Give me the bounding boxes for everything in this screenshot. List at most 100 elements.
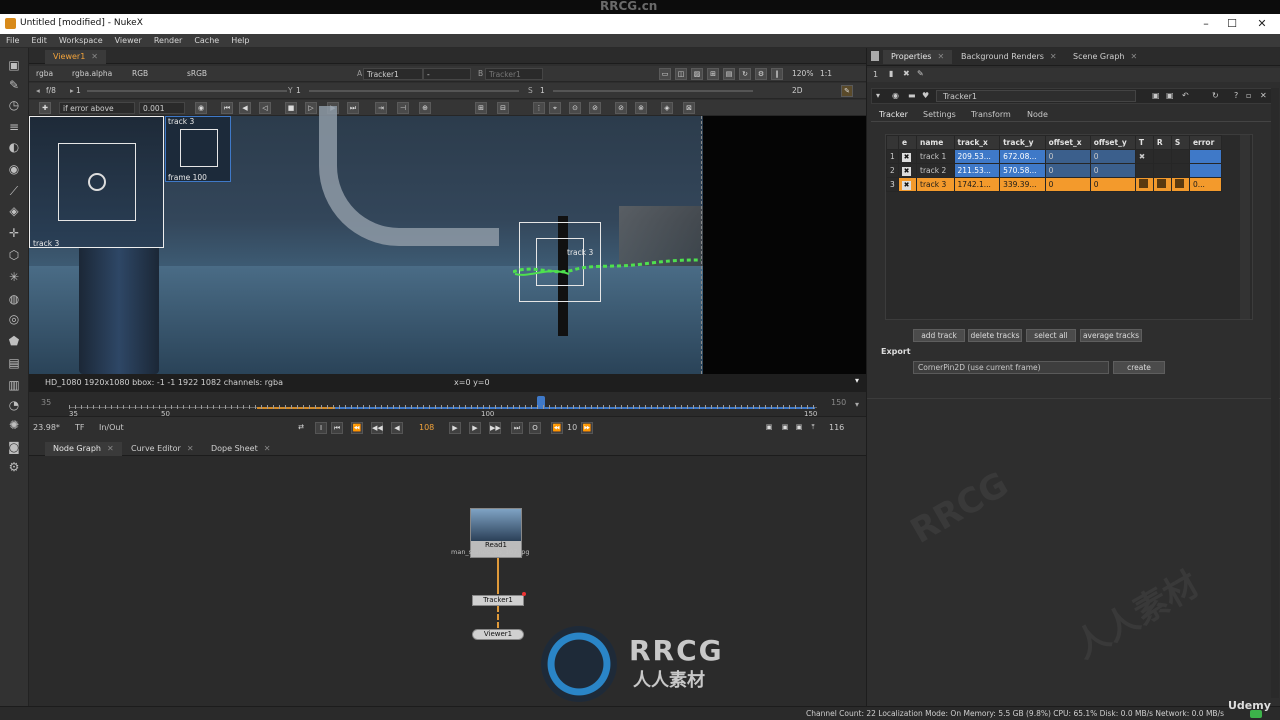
clear-icon[interactable]: ⊘: [589, 102, 601, 114]
current-frame[interactable]: 108: [419, 423, 434, 432]
undo-icon[interactable]: ↶: [1182, 91, 1189, 100]
subtab-node[interactable]: Node: [1027, 110, 1048, 119]
close-icon[interactable]: ✕: [91, 52, 98, 61]
end-frame-field[interactable]: 116: [829, 423, 844, 432]
views-icon[interactable]: ◎: [7, 312, 21, 326]
enable-checkbox[interactable]: ✖: [897, 163, 918, 178]
fstop-arrow-icon[interactable]: ◂: [33, 85, 43, 97]
error-value-field[interactable]: 0.001: [139, 102, 185, 114]
export-icon[interactable]: ⊠: [683, 102, 695, 114]
image-icon[interactable]: ▣: [7, 58, 21, 72]
track-forward-icon[interactable]: ▷: [305, 102, 317, 114]
s-checkbox[interactable]: [1170, 149, 1190, 164]
color-swatch-2-icon[interactable]: ▣: [1166, 91, 1174, 100]
channel-icon[interactable]: ≡: [7, 120, 21, 134]
col-error[interactable]: error: [1188, 135, 1223, 150]
tracker-node[interactable]: Tracker1: [472, 595, 524, 606]
zoom-select[interactable]: 120%: [789, 68, 816, 80]
clear-all-icon[interactable]: ⊗: [635, 102, 647, 114]
select-all-button[interactable]: select all: [1026, 329, 1076, 342]
alpha-select[interactable]: rgba.alpha: [69, 68, 115, 80]
offset-y[interactable]: 0: [1089, 177, 1136, 192]
furnace-icon[interactable]: ◔: [7, 398, 21, 412]
mode-select[interactable]: 2D: [789, 85, 806, 97]
color-icon[interactable]: ◐: [7, 140, 21, 154]
close-icon[interactable]: ✕: [107, 444, 114, 453]
next-frame-icon[interactable]: ▶: [469, 422, 481, 434]
subtab-tracker[interactable]: Tracker: [879, 110, 908, 119]
track-name[interactable]: track 2: [916, 163, 955, 178]
properties-scrollbar[interactable]: [1271, 88, 1279, 698]
add-track-button[interactable]: add track: [913, 329, 965, 342]
increment-value[interactable]: 10: [567, 423, 577, 432]
track-back-icon[interactable]: ◁: [259, 102, 271, 114]
menu-workspace[interactable]: Workspace: [53, 34, 109, 48]
lock-icon[interactable]: ▮: [889, 69, 893, 78]
view-icon[interactable]: ◉: [892, 91, 899, 100]
nodes-icon[interactable]: ◙: [7, 440, 21, 454]
tab-properties[interactable]: Properties ✕: [883, 50, 953, 64]
tab-dope-sheet[interactable]: Dope Sheet ✕: [203, 442, 278, 456]
offset-y[interactable]: 0: [1089, 163, 1136, 178]
snap-icon[interactable]: ⌖: [549, 102, 561, 114]
ratio-select[interactable]: 1:1: [817, 68, 835, 80]
rgb-select[interactable]: RGB: [129, 68, 151, 80]
t-checkbox[interactable]: ✖: [1134, 149, 1154, 164]
out-point-icon[interactable]: O: [529, 422, 541, 434]
close-icon[interactable]: ✕: [1050, 52, 1057, 61]
pencil-icon[interactable]: ✎: [917, 69, 924, 78]
r-checkbox[interactable]: [1152, 149, 1172, 164]
track-point[interactable]: [88, 173, 106, 191]
prev-frame-icon[interactable]: ◀: [391, 422, 403, 434]
clip-icon[interactable]: ◫: [675, 68, 687, 80]
r-checkbox[interactable]: [1152, 177, 1172, 192]
particles-icon[interactable]: ✳: [7, 270, 21, 284]
other-icon[interactable]: ▥: [7, 378, 21, 392]
filter-icon[interactable]: ◉: [7, 162, 21, 176]
close-icon[interactable]: ✕: [1130, 52, 1137, 61]
error-mode-select[interactable]: if error above: [59, 102, 135, 114]
help-question-icon[interactable]: ?: [1234, 91, 1238, 100]
menu-file[interactable]: File: [0, 34, 25, 48]
col-s[interactable]: S: [1170, 135, 1190, 150]
chevron-down-icon[interactable]: ▾: [855, 400, 859, 409]
menu-help[interactable]: Help: [225, 34, 255, 48]
timeline[interactable]: 35 35 50 100 150 150 ▾: [29, 392, 866, 418]
col-offset-x[interactable]: offset_x: [1044, 135, 1091, 150]
tab-node-graph[interactable]: Node Graph ✕: [45, 442, 122, 456]
track-name[interactable]: track 3: [916, 177, 955, 192]
close-icon[interactable]: ✕: [937, 52, 944, 61]
s-checkbox[interactable]: [1170, 177, 1190, 192]
eye-icon[interactable]: ◉: [195, 102, 207, 114]
grid-icon[interactable]: ⋮: [533, 102, 545, 114]
roi-icon[interactable]: ▭: [659, 68, 671, 80]
track-y[interactable]: 339.39...: [999, 177, 1046, 192]
keyer-icon[interactable]: ⟋: [7, 184, 21, 198]
tab-scene-graph[interactable]: Scene Graph ✕: [1065, 50, 1145, 64]
tracker-icon[interactable]: ▬: [908, 91, 916, 100]
gear-icon[interactable]: ⚙: [755, 68, 767, 80]
channels-select[interactable]: rgba: [33, 68, 56, 80]
create-button[interactable]: create: [1113, 361, 1165, 374]
play-icon[interactable]: ▶: [449, 422, 461, 434]
first-frame-icon[interactable]: ⏮: [331, 422, 343, 434]
offset-x[interactable]: 0: [1044, 163, 1091, 178]
close-window-button[interactable]: ✕: [1252, 16, 1272, 32]
3d-icon[interactable]: ⬡: [7, 248, 21, 262]
colorspace-select[interactable]: sRGB: [184, 68, 210, 80]
table-scrollbar[interactable]: [1240, 135, 1250, 319]
track-y[interactable]: 672.08...: [999, 149, 1046, 164]
proxy-icon[interactable]: ▤: [723, 68, 735, 80]
collapse-icon[interactable]: ▾: [876, 91, 880, 100]
offset-y[interactable]: 0: [1089, 149, 1136, 164]
table-row[interactable]: 2 ✖ track 2 211.53... 570.58... 0 0: [886, 163, 1223, 178]
draw-icon[interactable]: ✎: [7, 78, 21, 92]
tab-background-renders[interactable]: Background Renders ✕: [953, 50, 1065, 64]
clear-icon[interactable]: ✖: [903, 69, 910, 78]
subtab-settings[interactable]: Settings: [923, 110, 956, 119]
gain-slider[interactable]: [87, 90, 287, 92]
sync-icon[interactable]: ⤒: [807, 422, 819, 434]
ofx-icon[interactable]: ✺: [7, 418, 21, 432]
zebra-icon[interactable]: ▨: [691, 68, 703, 80]
tf-select[interactable]: TF: [75, 423, 85, 432]
